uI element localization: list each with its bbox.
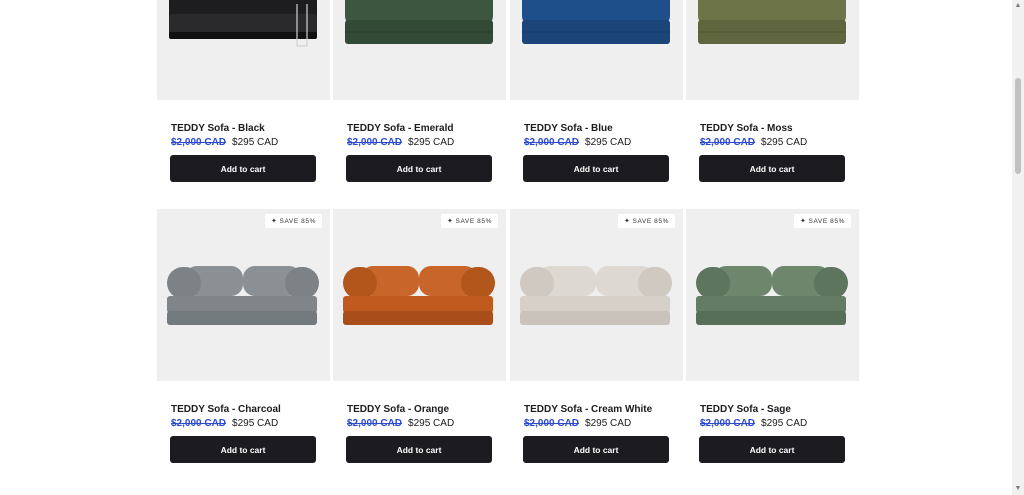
add-to-cart-button[interactable]: Add to cart [346, 436, 492, 463]
add-to-cart-button[interactable]: Add to cart [170, 436, 316, 463]
sale-price: $295 CAD [761, 418, 808, 429]
sofa-image [696, 266, 848, 325]
sofa-image [520, 266, 672, 325]
add-to-cart-button[interactable]: Add to cart [699, 155, 845, 182]
add-to-cart-button[interactable]: Add to cart [346, 155, 492, 182]
sofa-image [167, 266, 319, 325]
product-price: $2,000 CAD $295 CAD [524, 137, 631, 148]
sofa-image [343, 266, 495, 325]
add-to-cart-button[interactable]: Add to cart [699, 436, 845, 463]
product-title[interactable]: TEDDY Sofa - Cream White [524, 404, 652, 415]
product-image[interactable]: ✦ SAVE 85% [686, 209, 859, 381]
product-image[interactable] [686, 0, 859, 100]
add-to-cart-button[interactable]: Add to cart [523, 155, 669, 182]
original-price: $2,000 CAD [347, 418, 403, 429]
original-price: $2,000 CAD [524, 137, 580, 148]
sale-price: $295 CAD [585, 137, 632, 148]
product-image[interactable] [510, 0, 683, 100]
sofa-image [169, 0, 317, 47]
sale-price: $295 CAD [585, 418, 632, 429]
sale-price: $295 CAD [761, 137, 808, 148]
product-grid: TEDDY Sofa - Black $2,000 CAD $295 CAD Ad… [0, 0, 1012, 495]
product-price: $2,000 CAD $295 CAD [171, 137, 278, 148]
vertical-scrollbar[interactable]: ▲ ▼ [1012, 0, 1024, 495]
product-image[interactable]: ✦ SAVE 85% [333, 209, 506, 381]
sofa-image [698, 0, 846, 44]
product-image[interactable] [157, 0, 330, 100]
product-title[interactable]: TEDDY Sofa - Emerald [347, 123, 454, 134]
original-price: $2,000 CAD [347, 137, 403, 148]
product-price: $2,000 CAD $295 CAD [347, 418, 454, 429]
sofa-image [345, 0, 493, 44]
product-title[interactable]: TEDDY Sofa - Orange [347, 404, 449, 415]
product-image[interactable]: ✦ SAVE 85% [510, 209, 683, 381]
original-price: $2,000 CAD [700, 137, 756, 148]
add-to-cart-button[interactable]: Add to cart [170, 155, 316, 182]
product-image[interactable] [333, 0, 506, 100]
product-title[interactable]: TEDDY Sofa - Blue [524, 123, 613, 134]
original-price: $2,000 CAD [524, 418, 580, 429]
sale-price: $295 CAD [232, 137, 279, 148]
add-to-cart-button[interactable]: Add to cart [523, 436, 669, 463]
product-title[interactable]: TEDDY Sofa - Sage [700, 404, 791, 415]
scroll-up-icon[interactable]: ▲ [1014, 2, 1022, 10]
product-price: $2,000 CAD $295 CAD [347, 137, 454, 148]
product-price: $2,000 CAD $295 CAD [700, 418, 807, 429]
scrollbar-thumb[interactable] [1015, 78, 1021, 174]
scroll-down-icon[interactable]: ▼ [1014, 485, 1022, 493]
product-title[interactable]: TEDDY Sofa - Black [171, 123, 265, 134]
sale-price: $295 CAD [408, 418, 455, 429]
sale-price: $295 CAD [232, 418, 279, 429]
original-price: $2,000 CAD [700, 418, 756, 429]
product-price: $2,000 CAD $295 CAD [171, 418, 278, 429]
product-title[interactable]: TEDDY Sofa - Charcoal [171, 404, 281, 415]
product-title[interactable]: TEDDY Sofa - Moss [700, 123, 793, 134]
product-price: $2,000 CAD $295 CAD [700, 137, 807, 148]
product-price: $2,000 CAD $295 CAD [524, 418, 631, 429]
sofa-image [522, 0, 670, 44]
original-price: $2,000 CAD [171, 418, 227, 429]
product-image[interactable]: ✦ SAVE 85% [157, 209, 330, 381]
original-price: $2,000 CAD [171, 137, 227, 148]
sale-price: $295 CAD [408, 137, 455, 148]
